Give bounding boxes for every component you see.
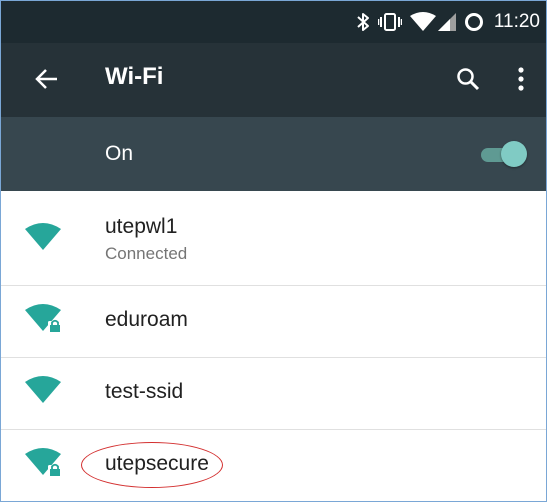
app-bar: Wi-Fi — [1, 43, 546, 117]
wifi-toggle-label: On — [105, 142, 134, 165]
wifi-lock-icon — [25, 304, 63, 341]
status-time: 11:20 — [493, 11, 540, 32]
network-item-eduroam[interactable]: eduroam — [1, 286, 546, 358]
cell-signal-icon — [437, 13, 456, 31]
network-list: utepwl1 Connected eduroam test-ssid utep… — [1, 191, 546, 501]
switch-thumb — [501, 141, 527, 167]
network-status: Connected — [105, 244, 188, 263]
network-ssid: eduroam — [105, 308, 188, 331]
vibrate-icon — [377, 12, 402, 32]
wifi-toggle-switch[interactable] — [479, 141, 527, 169]
network-item-test-ssid[interactable]: test-ssid — [1, 358, 546, 430]
wifi-lock-icon — [25, 448, 63, 485]
back-arrow-icon[interactable] — [35, 67, 59, 96]
bluetooth-icon — [356, 12, 370, 32]
wifi-settings-screen: 11:20 Wi-Fi On utepwl1 Connected eduroam… — [0, 0, 547, 502]
network-item-utepwl1[interactable]: utepwl1 Connected — [1, 191, 546, 286]
more-vert-icon[interactable] — [516, 66, 526, 97]
wifi-full-icon — [25, 376, 61, 409]
network-ssid: utepsecure — [105, 452, 209, 475]
wifi-full-icon — [25, 223, 61, 256]
wifi-toggle-bar: On — [1, 117, 546, 191]
status-bar: 11:20 — [1, 1, 546, 43]
wifi-signal-icon — [409, 12, 436, 32]
network-ssid: test-ssid — [105, 380, 184, 403]
battery-icon — [464, 12, 484, 32]
network-ssid: utepwl1 — [105, 215, 178, 238]
search-icon[interactable] — [456, 67, 480, 96]
network-item-utepsecure[interactable]: utepsecure — [1, 430, 546, 501]
page-title: Wi-Fi — [105, 63, 164, 90]
